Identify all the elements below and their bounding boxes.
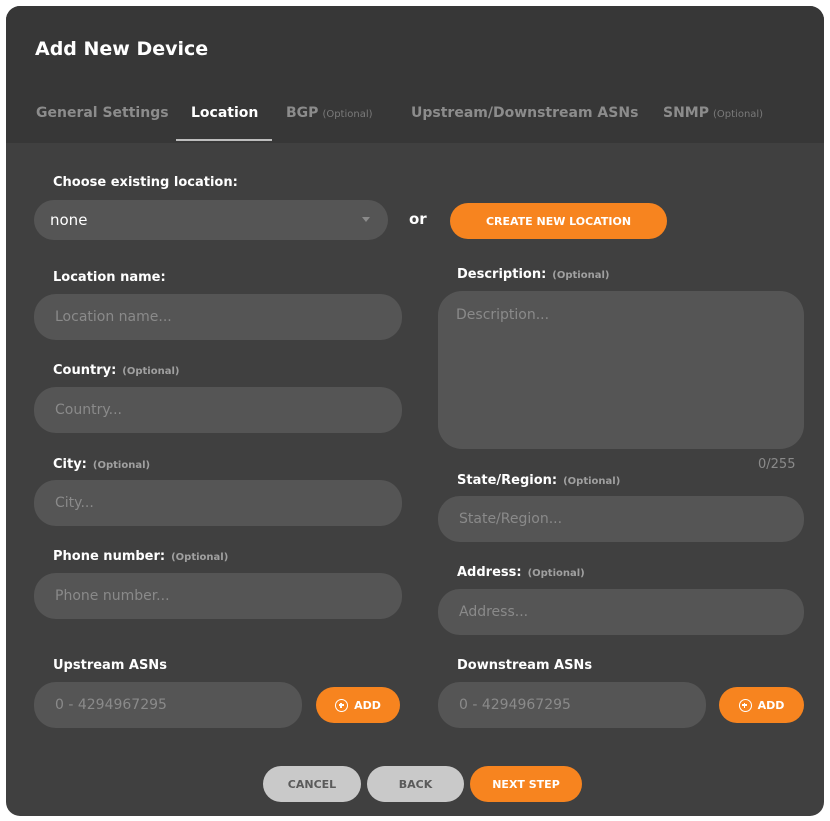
add-circle-icon [738,698,752,712]
address-label: Address: (Optional) [457,565,585,580]
label-text: Country: [53,363,117,378]
selected-value: none [50,211,88,229]
button-label: ADD [757,698,785,712]
upstream-asns-label: Upstream ASNs [53,658,167,673]
tab-upstream-downstream-asns[interactable]: Upstream/Downstream ASNs [411,105,638,121]
button-label: ADD [354,698,381,712]
state-region-label: State/Region: (Optional) [457,473,620,488]
existing-location-label: Choose existing location: [53,175,238,190]
cancel-button[interactable]: CANCEL [263,766,361,802]
label-text: Description: [457,267,547,282]
tab-label: BGP [286,105,319,121]
optional-tag: (Optional) [552,270,610,281]
add-downstream-asn-button[interactable]: ADD [719,687,804,723]
optional-tag: (Optional) [563,476,621,487]
state-region-input[interactable] [438,496,804,542]
or-separator: or [409,210,427,228]
tab-snmp[interactable]: SNMP (Optional) [663,105,763,121]
downstream-asns-label: Downstream ASNs [457,658,593,673]
add-upstream-asn-button[interactable]: ADD [316,687,400,723]
add-device-dialog: Add New Device General Settings Location… [6,6,824,816]
address-input[interactable] [438,589,804,635]
phone-input[interactable] [34,573,402,619]
label-text: City: [53,457,87,472]
location-name-input[interactable] [34,294,402,340]
phone-label: Phone number: (Optional) [53,549,228,564]
label-text: Address: [457,565,522,580]
label-text: State/Region: [457,473,558,488]
city-label: City: (Optional) [53,457,150,472]
country-input[interactable] [34,387,402,433]
optional-tag: (Optional) [322,109,373,120]
tab-bgp[interactable]: BGP (Optional) [286,105,373,121]
chevron-down-icon [362,217,370,222]
dialog-header: Add New Device General Settings Location… [6,6,824,143]
tab-location[interactable]: Location [191,105,258,121]
tab-label: SNMP [663,105,709,121]
tab-label: General Settings [36,105,169,121]
label-text: Phone number: [53,549,166,564]
downstream-asn-input[interactable] [438,682,706,728]
tab-label: Upstream/Downstream ASNs [411,105,639,121]
tab-general-settings[interactable]: General Settings [36,105,169,121]
upstream-asn-input[interactable] [34,682,302,728]
active-tab-indicator [176,139,272,141]
city-input[interactable] [34,480,402,526]
optional-tag: (Optional) [713,109,764,120]
country-label: Country: (Optional) [53,363,179,378]
description-textarea[interactable] [438,291,804,449]
back-button[interactable]: BACK [367,766,464,802]
optional-tag: (Optional) [527,568,585,579]
dialog-title: Add New Device [35,38,209,60]
tab-label: Location [191,105,259,121]
add-circle-icon [335,698,349,712]
optional-tag: (Optional) [171,552,229,563]
optional-tag: (Optional) [122,366,180,377]
location-name-label: Location name: [53,270,166,285]
description-label: Description: (Optional) [457,267,609,282]
character-counter: 0/255 [758,457,796,472]
existing-location-select[interactable]: none [34,200,388,240]
create-new-location-button[interactable]: CREATE NEW LOCATION [450,203,667,239]
next-step-button[interactable]: NEXT STEP [470,766,582,802]
optional-tag: (Optional) [92,460,151,471]
